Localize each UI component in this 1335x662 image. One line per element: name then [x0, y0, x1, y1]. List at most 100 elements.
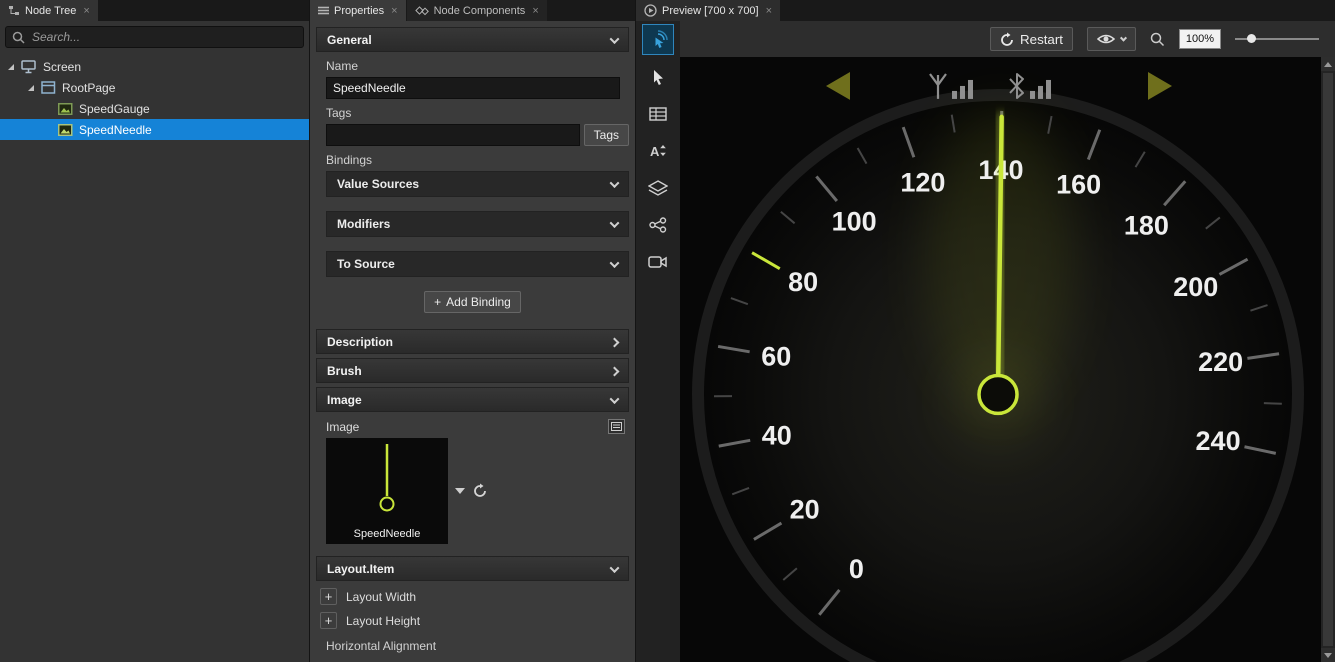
properties-panel: Properties × Node Components × General N…: [310, 0, 636, 662]
tree-item-rootpage[interactable]: RootPage: [0, 77, 309, 98]
zoom-slider[interactable]: [1235, 29, 1319, 49]
svg-text:0: 0: [849, 554, 864, 584]
page-icon: [41, 81, 56, 94]
add-binding-button[interactable]: + Add Binding: [424, 291, 521, 313]
zoom-slider-handle[interactable]: [1247, 34, 1256, 43]
restart-button[interactable]: Restart: [990, 27, 1073, 51]
speed-gauge: 020406080100120140160180200220240: [680, 57, 1321, 662]
cursor-icon: [650, 68, 666, 86]
tree-item-screen[interactable]: Screen: [0, 56, 309, 77]
tree-item-label: Screen: [43, 60, 81, 74]
svg-text:40: 40: [762, 420, 792, 450]
section-image[interactable]: Image: [316, 387, 629, 412]
svg-text:120: 120: [900, 168, 945, 198]
node-connections-icon: [649, 217, 667, 233]
image-label: Image: [326, 420, 359, 434]
svg-text:220: 220: [1198, 347, 1243, 377]
tree-item-label: SpeedGauge: [79, 102, 150, 116]
tab-label: Properties: [334, 5, 384, 17]
grid-tool[interactable]: [642, 98, 674, 129]
chevron-right-icon: [610, 366, 620, 376]
svg-text:60: 60: [761, 341, 791, 371]
image-preview[interactable]: SpeedNeedle: [326, 438, 448, 544]
properties-tabbar: Properties × Node Components ×: [310, 0, 635, 21]
node-tree-search: [5, 26, 304, 48]
name-field[interactable]: [326, 77, 620, 99]
list-icon: [318, 6, 329, 15]
layout-width-row: + Layout Width: [320, 588, 629, 605]
image-dropdown-icon[interactable]: [455, 488, 465, 494]
modifiers-bar[interactable]: Modifiers: [326, 211, 629, 237]
expander-icon[interactable]: [28, 85, 34, 91]
visibility-button[interactable]: [1087, 27, 1136, 51]
node-tree-icon: [8, 5, 20, 16]
layers-icon: [648, 180, 668, 196]
tags-button-label: Tags: [594, 128, 619, 142]
chevron-down-icon: [610, 218, 620, 228]
to-source-bar[interactable]: To Source: [326, 251, 629, 277]
preview-scrollbar[interactable]: [1321, 57, 1335, 662]
close-icon[interactable]: ×: [532, 5, 538, 17]
tree-item-speedgauge[interactable]: SpeedGauge: [0, 98, 309, 119]
nav-left-arrow-icon: [826, 72, 850, 100]
camera-icon: [648, 255, 668, 269]
zoom-icon: [1150, 32, 1165, 47]
node-graph-tool[interactable]: [642, 209, 674, 240]
layout-height-row: + Layout Height: [320, 612, 629, 629]
expander-icon[interactable]: [8, 64, 14, 70]
svg-text:160: 160: [1056, 170, 1101, 200]
layers-tool[interactable]: [642, 172, 674, 203]
image-icon: [58, 103, 73, 115]
chevron-down-icon: [610, 394, 620, 404]
camera-tool[interactable]: [642, 246, 674, 277]
chevron-down-icon: [610, 258, 620, 268]
bindings-label: Bindings: [326, 153, 627, 167]
scroll-up-button[interactable]: [1321, 57, 1335, 71]
select-tool[interactable]: [642, 61, 674, 92]
add-layout-height-button[interactable]: +: [320, 612, 337, 629]
tab-node-tree[interactable]: Node Tree ×: [0, 0, 98, 21]
section-general[interactable]: General: [316, 27, 629, 52]
needle-thumbnail: [326, 438, 448, 526]
search-input[interactable]: [5, 26, 304, 48]
tab-label: Node Components: [434, 5, 526, 17]
chevron-down-icon: [1120, 34, 1127, 41]
image-options-button[interactable]: [608, 419, 625, 434]
tab-properties[interactable]: Properties ×: [310, 0, 406, 21]
svg-text:20: 20: [790, 494, 820, 524]
node-tree-tabbar: Node Tree ×: [0, 0, 309, 21]
preview-viewport[interactable]: 020406080100120140160180200220240: [680, 57, 1321, 662]
image-options-icon: [611, 422, 622, 431]
add-layout-width-button[interactable]: +: [320, 588, 337, 605]
interact-tool[interactable]: [642, 24, 674, 55]
layout-width-label: Layout Width: [346, 590, 416, 604]
tree-item-speedneedle[interactable]: SpeedNeedle: [0, 119, 309, 140]
close-icon[interactable]: ×: [83, 5, 89, 17]
section-description[interactable]: Description: [316, 329, 629, 354]
refresh-icon[interactable]: [472, 483, 488, 499]
zoom-level-field[interactable]: 100%: [1179, 29, 1221, 49]
text-tool[interactable]: A: [642, 135, 674, 166]
tab-preview[interactable]: Preview [700 x 700] ×: [636, 0, 780, 21]
section-label: Layout.Item: [327, 562, 394, 576]
chevron-down-icon: [610, 34, 620, 44]
close-icon[interactable]: ×: [391, 5, 397, 17]
image-caption: SpeedNeedle: [326, 528, 448, 540]
section-label: Image: [327, 393, 362, 407]
chevron-down-icon: [610, 563, 620, 573]
tab-node-components[interactable]: Node Components ×: [407, 0, 547, 21]
tags-button[interactable]: Tags: [584, 124, 629, 146]
tags-field[interactable]: [326, 124, 580, 146]
scroll-down-button[interactable]: [1321, 648, 1335, 662]
properties-content: General Name Tags Tags Bindings Value So…: [310, 21, 635, 662]
to-source-label: To Source: [337, 257, 395, 271]
image-icon: [58, 124, 73, 136]
scrollbar-thumb[interactable]: [1323, 73, 1333, 646]
section-layout-item[interactable]: Layout.Item: [316, 556, 629, 581]
value-sources-bar[interactable]: Value Sources: [326, 171, 629, 197]
preview-tabbar: Preview [700 x 700] ×: [636, 0, 1335, 21]
svg-text:80: 80: [788, 267, 818, 297]
close-icon[interactable]: ×: [766, 5, 772, 17]
section-brush[interactable]: Brush: [316, 358, 629, 383]
svg-text:240: 240: [1196, 426, 1241, 456]
